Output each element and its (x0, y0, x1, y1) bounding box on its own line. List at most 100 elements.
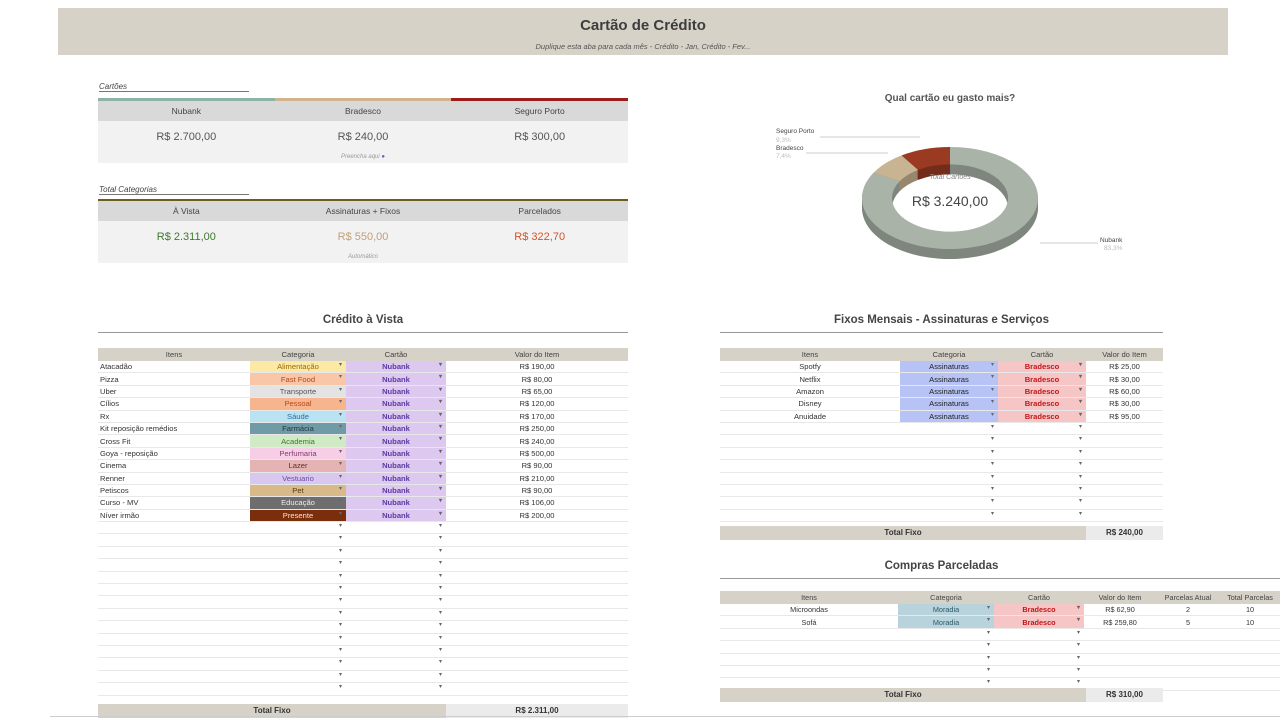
parc-card-dropdown[interactable]: Bradesco (994, 604, 1084, 617)
vista-category-dropdown[interactable] (250, 645, 346, 659)
parc-total-cell[interactable] (1220, 640, 1280, 654)
vista-value-cell[interactable] (446, 682, 628, 696)
vista-category-dropdown[interactable]: Lazer (250, 459, 346, 473)
vista-card-dropdown[interactable] (346, 620, 446, 634)
fixos-value-cell[interactable] (1086, 496, 1163, 510)
parc-card-dropdown[interactable] (994, 653, 1084, 666)
fixos-category-dropdown[interactable] (900, 472, 998, 485)
fixos-item-cell[interactable] (720, 422, 900, 436)
fixos-item-cell[interactable] (720, 484, 900, 498)
vista-card-dropdown[interactable] (346, 546, 446, 560)
vista-item-cell[interactable] (98, 608, 250, 622)
fixos-value-cell[interactable] (1086, 472, 1163, 485)
vista-value-cell[interactable] (446, 620, 628, 634)
vista-value-cell[interactable]: R$ 120,00 (446, 397, 628, 411)
parc-item-cell[interactable] (720, 628, 898, 642)
fixos-category-dropdown[interactable] (900, 509, 998, 523)
fixos-value-cell[interactable]: R$ 60,00 (1086, 385, 1163, 399)
fixos-value-cell[interactable] (1086, 459, 1163, 473)
fixos-card-dropdown[interactable]: Bradesco (998, 410, 1086, 423)
parc-atual-cell[interactable]: 5 (1156, 615, 1220, 629)
vista-category-dropdown[interactable]: Alimentação (250, 361, 346, 374)
fixos-item-cell[interactable] (720, 509, 900, 523)
parc-item-cell[interactable] (720, 653, 898, 666)
fixos-card-dropdown[interactable] (998, 472, 1086, 485)
vista-value-cell[interactable] (446, 633, 628, 647)
parc-value-cell[interactable]: R$ 259,80 (1084, 615, 1156, 629)
vista-item-cell[interactable]: Renner (98, 472, 250, 485)
vista-item-cell[interactable] (98, 533, 250, 547)
fixos-card-dropdown[interactable]: Bradesco (998, 361, 1086, 374)
vista-item-cell[interactable]: Cinema (98, 459, 250, 473)
fixos-item-cell[interactable] (720, 496, 900, 510)
vista-item-cell[interactable] (98, 558, 250, 572)
vista-value-cell[interactable]: R$ 190,00 (446, 361, 628, 374)
vista-category-dropdown[interactable] (250, 583, 346, 597)
fixos-value-cell[interactable] (1086, 422, 1163, 436)
vista-value-cell[interactable] (446, 657, 628, 671)
parc-card-dropdown[interactable] (994, 628, 1084, 642)
vista-category-dropdown[interactable] (250, 558, 346, 572)
vista-item-cell[interactable] (98, 546, 250, 560)
vista-value-cell[interactable]: R$ 200,00 (446, 509, 628, 523)
parc-category-dropdown[interactable] (898, 665, 994, 679)
fixos-category-dropdown[interactable]: Assinaturas (900, 385, 998, 399)
vista-value-cell[interactable]: R$ 210,00 (446, 472, 628, 485)
vista-category-dropdown[interactable] (250, 670, 346, 684)
fixos-category-dropdown[interactable]: Assinaturas (900, 397, 998, 411)
vista-value-cell[interactable] (446, 608, 628, 622)
vista-category-dropdown[interactable]: Presente (250, 509, 346, 523)
vista-item-cell[interactable] (98, 595, 250, 609)
fixos-card-dropdown[interactable]: Bradesco (998, 372, 1086, 386)
parc-category-dropdown[interactable] (898, 628, 994, 642)
parc-total-cell[interactable] (1220, 628, 1280, 642)
vista-category-dropdown[interactable]: Sáude (250, 410, 346, 423)
fixos-card-dropdown[interactable] (998, 496, 1086, 510)
vista-value-cell[interactable]: R$ 90,00 (446, 484, 628, 498)
vista-category-dropdown[interactable]: Perfumaria (250, 447, 346, 461)
vista-item-cell[interactable] (98, 657, 250, 671)
parc-card-dropdown[interactable] (994, 640, 1084, 654)
fixos-value-cell[interactable] (1086, 434, 1163, 448)
vista-category-dropdown[interactable] (250, 657, 346, 671)
fixos-item-cell[interactable] (720, 459, 900, 473)
fixos-card-dropdown[interactable] (998, 459, 1086, 473)
vista-item-cell[interactable] (98, 620, 250, 634)
vista-category-dropdown[interactable] (250, 682, 346, 696)
parc-atual-cell[interactable] (1156, 677, 1220, 691)
vista-card-dropdown[interactable]: Nubank (346, 509, 446, 523)
vista-card-dropdown[interactable] (346, 682, 446, 696)
vista-value-cell[interactable] (446, 645, 628, 659)
fixos-item-cell[interactable]: Anuidade (720, 410, 900, 423)
vista-card-dropdown[interactable]: Nubank (346, 496, 446, 510)
vista-item-cell[interactable]: Níver irmão (98, 509, 250, 523)
parc-category-dropdown[interactable] (898, 640, 994, 654)
parc-value-cell[interactable] (1084, 653, 1156, 666)
vista-value-cell[interactable]: R$ 500,00 (446, 447, 628, 461)
parc-atual-cell[interactable] (1156, 628, 1220, 642)
fixos-card-dropdown[interactable] (998, 447, 1086, 461)
vista-value-cell[interactable] (446, 521, 628, 535)
vista-category-dropdown[interactable] (250, 546, 346, 560)
vista-item-cell[interactable]: Cross Fit (98, 434, 250, 448)
fixos-card-dropdown[interactable]: Bradesco (998, 397, 1086, 411)
vista-value-cell[interactable]: R$ 90,00 (446, 459, 628, 473)
vista-card-dropdown[interactable] (346, 521, 446, 535)
vista-category-dropdown[interactable] (250, 595, 346, 609)
fixos-value-cell[interactable]: R$ 30,00 (1086, 372, 1163, 386)
vista-card-dropdown[interactable] (346, 595, 446, 609)
vista-item-cell[interactable]: Petiscos (98, 484, 250, 498)
vista-category-dropdown[interactable] (250, 633, 346, 647)
vista-category-dropdown[interactable]: Pet (250, 484, 346, 498)
vista-card-dropdown[interactable]: Nubank (346, 385, 446, 399)
parc-category-dropdown[interactable]: Moradia (898, 615, 994, 629)
fixos-value-cell[interactable]: R$ 30,00 (1086, 397, 1163, 411)
parc-value-cell[interactable] (1084, 640, 1156, 654)
parc-value-cell[interactable]: R$ 62,90 (1084, 604, 1156, 617)
fixos-card-dropdown[interactable] (998, 422, 1086, 436)
parc-category-dropdown[interactable] (898, 653, 994, 666)
vista-value-cell[interactable] (446, 595, 628, 609)
vista-category-dropdown[interactable] (250, 620, 346, 634)
vista-card-dropdown[interactable] (346, 645, 446, 659)
vista-category-dropdown[interactable]: Pessoal (250, 397, 346, 411)
